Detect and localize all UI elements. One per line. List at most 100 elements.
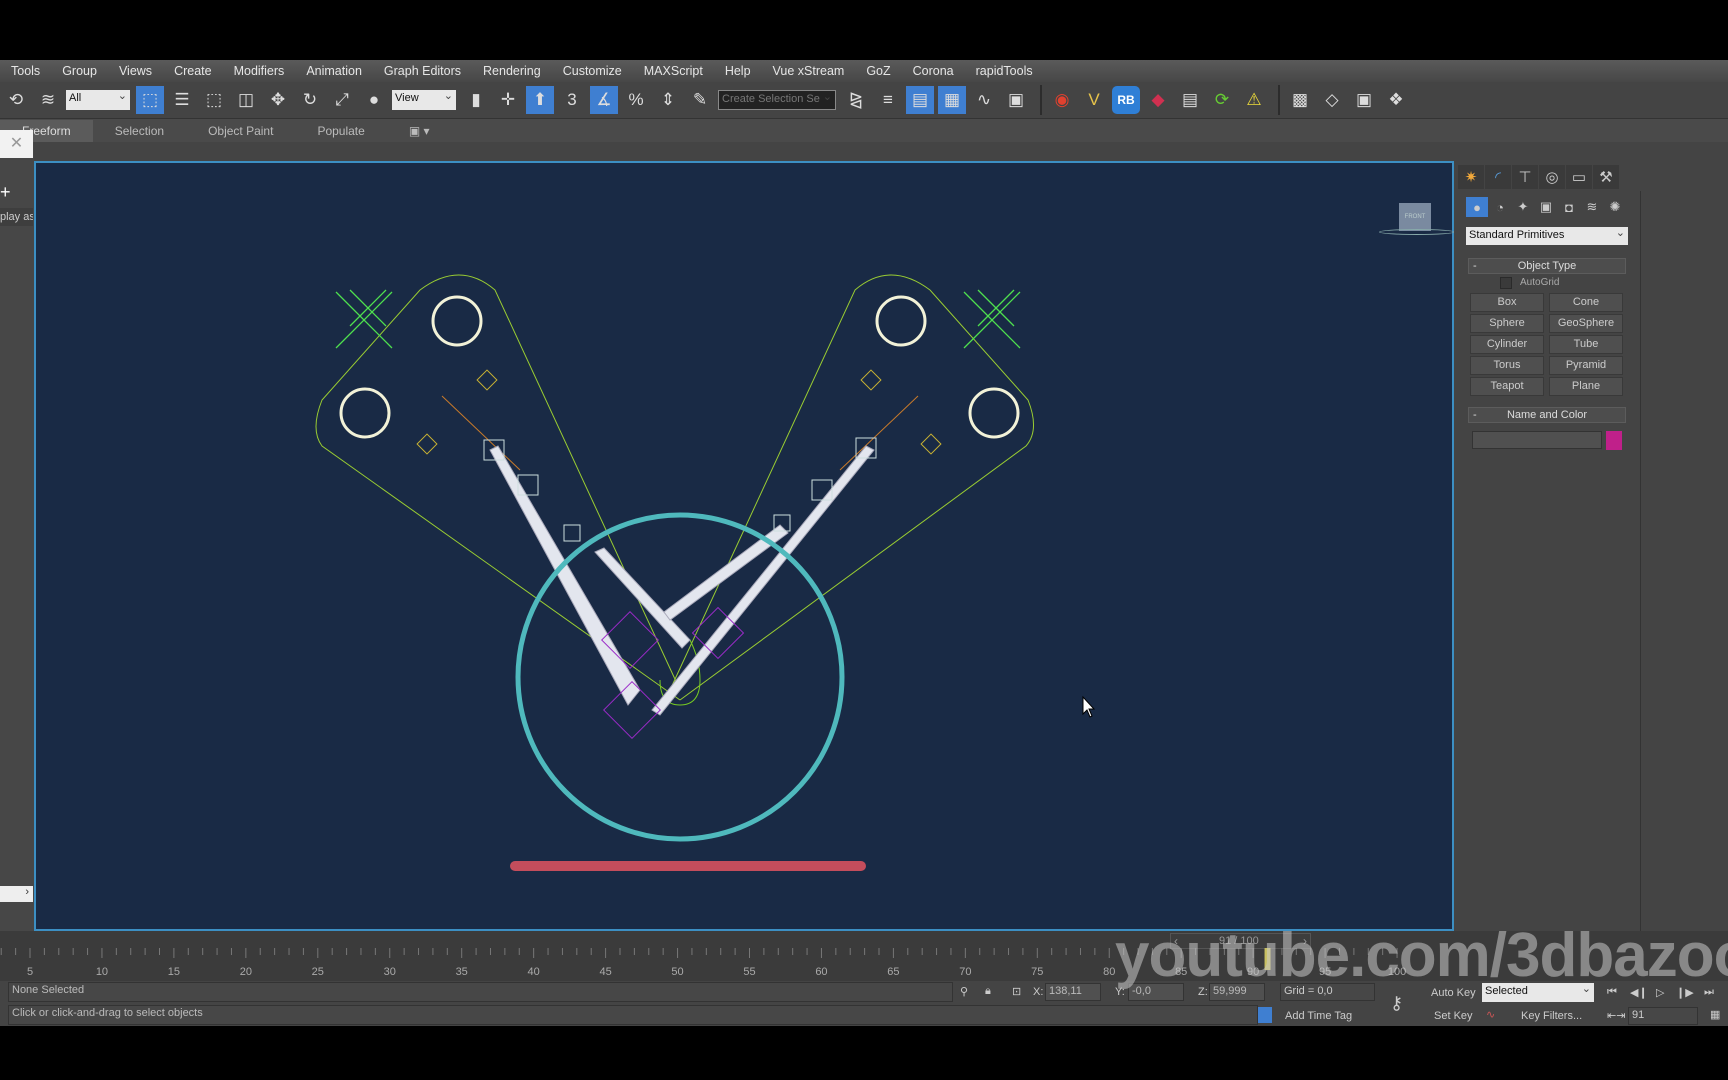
move-icon[interactable]: ✥ — [264, 86, 292, 114]
warning-icon[interactable]: ⚠ — [1240, 86, 1268, 114]
spinner-snap-icon[interactable]: ⇕ — [654, 86, 682, 114]
curve-editor-icon[interactable]: ∿ — [970, 86, 998, 114]
rotate-icon[interactable]: ↻ — [296, 86, 324, 114]
add-icon[interactable]: + — [0, 182, 11, 203]
create-tube-button[interactable]: Tube — [1549, 335, 1623, 354]
object-type-rollout-header[interactable]: - Object Type — [1468, 258, 1626, 274]
select-by-name-icon[interactable]: ☰ — [168, 86, 196, 114]
rb-icon[interactable]: RB — [1112, 86, 1140, 114]
create-cylinder-button[interactable]: Cylinder — [1470, 335, 1544, 354]
geometry-icon[interactable]: ● — [1466, 197, 1488, 217]
spacewarps-icon[interactable]: ≋ — [1581, 197, 1603, 217]
ribbon-options-icon[interactable]: ▣ ▾ — [387, 120, 452, 142]
motion-tab-icon[interactable]: ◎ — [1539, 165, 1565, 189]
window-crossing-icon[interactable]: ◫ — [232, 86, 260, 114]
utilities-tab-icon[interactable]: ⚒ — [1593, 165, 1619, 189]
viewcube[interactable]: FRONT — [1399, 203, 1431, 231]
close-icon[interactable]: ✕ — [0, 130, 33, 158]
ribbon-tab-object-paint[interactable]: Object Paint — [186, 120, 295, 142]
plugin-gem-icon[interactable]: ◆ — [1144, 86, 1172, 114]
create-pyramid-button[interactable]: Pyramid — [1549, 356, 1623, 375]
cameras-icon[interactable]: ▣ — [1535, 197, 1557, 217]
lock-icon[interactable]: 🔒︎ — [985, 985, 991, 998]
mirror-icon[interactable]: ⧎ — [842, 86, 870, 114]
menu-rapidtools[interactable]: rapidTools — [965, 64, 1044, 78]
scale-icon[interactable]: ⤢ — [328, 86, 356, 114]
angle-snap-icon[interactable]: ∡ — [590, 86, 618, 114]
script-icon[interactable]: ▤ — [1176, 86, 1204, 114]
create-geosphere-button[interactable]: GeoSphere — [1549, 314, 1623, 333]
current-frame-input[interactable]: 91 — [1628, 1007, 1698, 1025]
snap-3d-icon[interactable]: 3 — [558, 86, 586, 114]
x-coordinate[interactable]: 138,11 — [1045, 983, 1101, 1001]
refresh-icon[interactable]: ⟳ — [1208, 86, 1236, 114]
menu-corona[interactable]: Corona — [902, 64, 965, 78]
hierarchy-tab-icon[interactable]: ⊤ — [1512, 165, 1538, 189]
time-config-icon[interactable]: ▦ — [1710, 1008, 1720, 1021]
rect-selection-icon[interactable]: ⬚ — [200, 86, 228, 114]
ribbon-tab-populate[interactable]: Populate — [295, 120, 386, 142]
menu-animation[interactable]: Animation — [295, 64, 373, 78]
corona-icon[interactable]: ◉ — [1048, 86, 1076, 114]
isolate-icon[interactable]: ⚲ — [960, 985, 968, 998]
systems-icon[interactable]: ✺ — [1604, 197, 1626, 217]
menu-customize[interactable]: Customize — [552, 64, 633, 78]
create-plane-button[interactable]: Plane — [1549, 377, 1623, 396]
ribbon-tab-selection[interactable]: Selection — [93, 120, 186, 142]
menu-group[interactable]: Group — [51, 64, 108, 78]
edit-named-selection-icon[interactable]: ✎ — [686, 86, 714, 114]
create-torus-button[interactable]: Torus — [1470, 356, 1544, 375]
absolute-mode-icon[interactable]: ⊡ — [1012, 985, 1021, 998]
named-selection-input[interactable]: Create Selection Se — [718, 90, 836, 110]
select-manipulate-icon[interactable]: ✛ — [494, 86, 522, 114]
create-cone-button[interactable]: Cone — [1549, 293, 1623, 312]
menu-create[interactable]: Create — [163, 64, 223, 78]
create-tab-icon[interactable]: ✷ — [1458, 165, 1484, 189]
shapes-icon[interactable]: ◔ — [1489, 197, 1511, 217]
viewport-front[interactable]: FRONT — [34, 161, 1455, 931]
vray-icon[interactable]: V — [1080, 86, 1108, 114]
menu-tools[interactable]: Tools — [0, 64, 51, 78]
category-dropdown[interactable]: Standard Primitives — [1466, 226, 1628, 245]
expand-arrow-icon[interactable]: › — [0, 886, 33, 902]
name-color-rollout-header[interactable]: - Name and Color — [1468, 407, 1626, 423]
pivot-center-icon[interactable]: ▮ — [462, 86, 490, 114]
key-icon[interactable]: ⚷ — [1390, 993, 1403, 1014]
menu-graph-editors[interactable]: Graph Editors — [373, 64, 472, 78]
bind-spacewarp-icon[interactable]: ≋ — [34, 86, 62, 114]
object-color-swatch[interactable] — [1606, 431, 1622, 450]
display-tab-icon[interactable]: ▭ — [1566, 165, 1592, 189]
helpers-icon[interactable]: ◘ — [1558, 197, 1580, 217]
menu-views[interactable]: Views — [108, 64, 163, 78]
reference-coordinate-dropdown[interactable]: View — [392, 89, 456, 110]
menu-maxscript[interactable]: MAXScript — [633, 64, 714, 78]
menu-goz[interactable]: GoZ — [855, 64, 901, 78]
create-box-button[interactable]: Box — [1470, 293, 1544, 312]
schematic-view-icon[interactable]: ▣ — [1002, 86, 1030, 114]
lights-icon[interactable]: ✦ — [1512, 197, 1534, 217]
column-header[interactable]: play as — [0, 208, 33, 226]
menu-help[interactable]: Help — [714, 64, 762, 78]
placement-icon[interactable]: ● — [360, 86, 388, 114]
create-teapot-button[interactable]: Teapot — [1470, 377, 1544, 396]
unlink-icon[interactable]: ⟲ — [2, 86, 30, 114]
render-setup-icon[interactable]: ◇ — [1318, 86, 1346, 114]
menu-vue-xstream[interactable]: Vue xStream — [762, 64, 856, 78]
set-key-button[interactable]: Set Key — [1434, 1010, 1473, 1022]
keyboard-shortcut-icon[interactable]: ⬆ — [526, 86, 554, 114]
add-time-tag[interactable]: Add Time Tag — [1285, 1010, 1352, 1022]
align-icon[interactable]: ≡ — [874, 86, 902, 114]
percent-snap-icon[interactable]: % — [622, 86, 650, 114]
modify-tab-icon[interactable]: ◜ — [1485, 165, 1511, 189]
menu-rendering[interactable]: Rendering — [472, 64, 552, 78]
scene-explorer-icon[interactable]: ▦ — [938, 86, 966, 114]
key-filters-button[interactable]: Key Filters... — [1521, 1010, 1582, 1022]
selection-filter-dropdown[interactable]: All — [66, 89, 130, 110]
key-tangent-icon[interactable]: ∿ — [1486, 1008, 1495, 1021]
render-frame-icon[interactable]: ▣ — [1350, 86, 1378, 114]
object-name-input[interactable] — [1472, 431, 1602, 449]
autogrid-checkbox[interactable] — [1500, 277, 1512, 289]
select-object-icon[interactable]: ⬚ — [136, 86, 164, 114]
material-editor-icon[interactable]: ▩ — [1286, 86, 1314, 114]
add-time-tag-icon[interactable] — [1258, 1007, 1272, 1023]
